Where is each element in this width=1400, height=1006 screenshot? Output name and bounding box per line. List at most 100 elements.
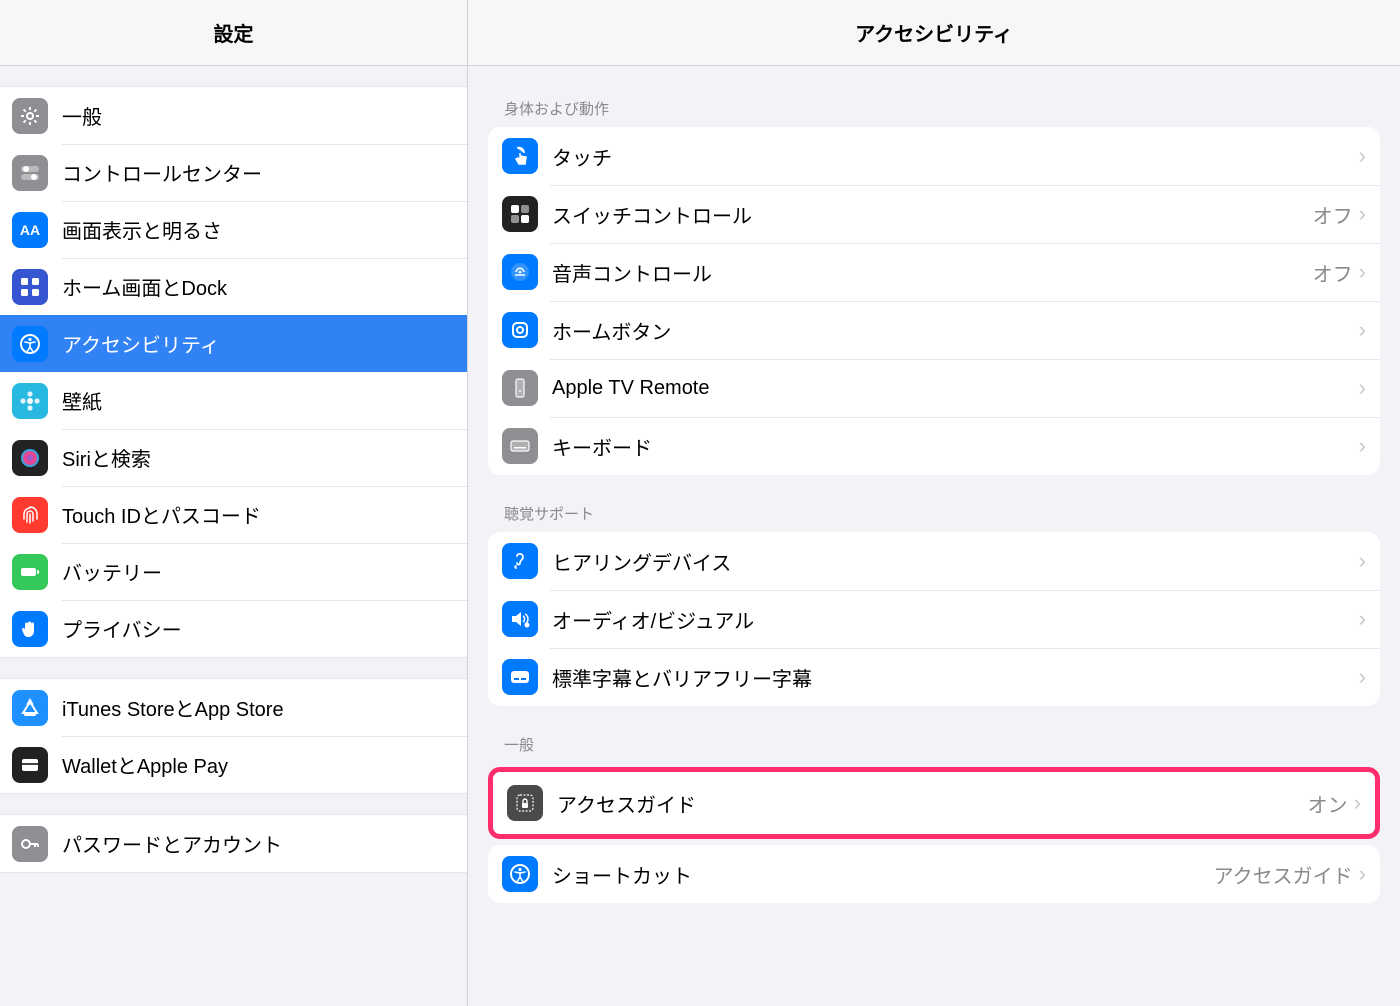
chevron-right-icon: › — [1359, 433, 1366, 459]
key-icon — [12, 826, 48, 862]
chevron-right-icon: › — [1359, 606, 1366, 632]
chevron-right-icon: › — [1354, 790, 1361, 816]
siri-icon — [12, 440, 48, 476]
sidebar-item-wallpaper[interactable]: 壁紙 — [0, 372, 467, 429]
hand-icon — [12, 611, 48, 647]
chevron-right-icon: › — [1359, 201, 1366, 227]
switch-icon — [502, 196, 538, 232]
row-appletv[interactable]: Apple TV Remote › — [488, 359, 1380, 417]
section-header: 聴覚サポート — [488, 475, 1380, 532]
row-keyboard[interactable]: キーボード › — [488, 417, 1380, 475]
sidebar-item-accessibility[interactable]: アクセシビリティ — [0, 315, 467, 372]
row-label: スイッチコントロール — [552, 200, 1313, 229]
row-hearing[interactable]: ヒアリングデバイス › — [488, 532, 1380, 590]
row-value: アクセスガイド — [1214, 860, 1353, 889]
ear-icon — [502, 543, 538, 579]
astore-icon — [12, 690, 48, 726]
sidebar-item-general[interactable]: 一般 — [0, 87, 467, 144]
sidebar-item-label: Touch IDとパスコード — [62, 500, 261, 529]
row-value: オン — [1308, 789, 1348, 818]
section-header: 一般 — [488, 706, 1380, 763]
settings-card: ヒアリングデバイス › オーディオ/ビジュアル › 標準字幕とバリアフリー字幕 … — [488, 532, 1380, 706]
row-label: 標準字幕とバリアフリー字幕 — [552, 663, 1359, 692]
sidebar-item-wallet[interactable]: WalletとApple Pay — [0, 736, 467, 793]
row-label: オーディオ/ビジュアル — [552, 605, 1359, 634]
sidebar-item-appstore[interactable]: iTunes StoreとApp Store — [0, 679, 467, 736]
detail-pane: アクセシビリティ 身体および動作 タッチ › スイッチコントロール オフ › 音… — [468, 0, 1400, 1006]
sidebar-item-privacy[interactable]: プライバシー — [0, 600, 467, 657]
sidebar-group: iTunes StoreとApp Store WalletとApple Pay — [0, 678, 467, 794]
row-label: キーボード — [552, 432, 1359, 461]
sidebar-item-label: パスワードとアカウント — [62, 829, 282, 858]
remote-icon — [502, 370, 538, 406]
wallet-icon — [12, 747, 48, 783]
row-label: ホームボタン — [552, 316, 1359, 345]
row-label: ヒアリングデバイス — [552, 547, 1359, 576]
row-captions[interactable]: 標準字幕とバリアフリー字幕 › — [488, 648, 1380, 706]
sidebar-item-display[interactable]: 画面表示と明るさ — [0, 201, 467, 258]
homeb-icon — [502, 312, 538, 348]
sidebar-item-label: ホーム画面とDock — [62, 272, 227, 301]
row-voice[interactable]: 音声コントロール オフ › — [488, 243, 1380, 301]
row-label: タッチ — [552, 142, 1359, 171]
kbd-icon — [502, 428, 538, 464]
lockbox-icon — [507, 785, 543, 821]
chevron-right-icon: › — [1359, 317, 1366, 343]
sidebar-item-label: WalletとApple Pay — [62, 750, 228, 779]
sidebar-item-control[interactable]: コントロールセンター — [0, 144, 467, 201]
voice-icon — [502, 254, 538, 290]
sidebar-item-battery[interactable]: バッテリー — [0, 543, 467, 600]
row-label: ショートカット — [552, 860, 1214, 889]
chevron-right-icon: › — [1359, 548, 1366, 574]
sidebar-groups: 一般 コントロールセンター 画面表示と明るさ ホーム画面とDock アクセシビリ… — [0, 66, 467, 873]
highlighted-row: アクセスガイド オン › — [488, 767, 1380, 839]
sidebar-group: パスワードとアカウント — [0, 814, 467, 873]
sidebar-item-siri[interactable]: Siriと検索 — [0, 429, 467, 486]
sidebar: 設定 一般 コントロールセンター 画面表示と明るさ ホーム画面とDock アクセ… — [0, 0, 468, 1006]
sidebar-item-label: コントロールセンター — [62, 158, 262, 187]
row-homebtn[interactable]: ホームボタン › — [488, 301, 1380, 359]
flower-icon — [12, 383, 48, 419]
settings-card: タッチ › スイッチコントロール オフ › 音声コントロール オフ › ホームボ… — [488, 127, 1380, 475]
sidebar-header: 設定 — [0, 0, 467, 66]
sidebar-item-passwords[interactable]: パスワードとアカウント — [0, 815, 467, 872]
sidebar-title: 設定 — [214, 18, 254, 47]
row-label: 音声コントロール — [552, 258, 1313, 287]
cc-icon — [502, 659, 538, 695]
gear-icon — [12, 98, 48, 134]
detail-scroll[interactable]: 身体および動作 タッチ › スイッチコントロール オフ › 音声コントロール オ… — [468, 66, 1400, 1006]
chevron-right-icon: › — [1359, 664, 1366, 690]
sidebar-item-home[interactable]: ホーム画面とDock — [0, 258, 467, 315]
section-header: 身体および動作 — [488, 66, 1380, 127]
row-value: オフ — [1313, 200, 1353, 229]
chevron-right-icon: › — [1359, 259, 1366, 285]
row-touch[interactable]: タッチ › — [488, 127, 1380, 185]
sidebar-item-label: Siriと検索 — [62, 443, 151, 472]
grid-icon — [12, 269, 48, 305]
battery-icon — [12, 554, 48, 590]
access-icon — [502, 856, 538, 892]
sidebar-item-label: 画面表示と明るさ — [62, 215, 222, 244]
touch-icon — [502, 138, 538, 174]
sidebar-item-label: バッテリー — [62, 557, 162, 586]
access-icon — [12, 326, 48, 362]
detail-title: アクセシビリティ — [855, 18, 1013, 47]
sidebar-item-label: プライバシー — [62, 614, 182, 643]
finger-icon — [12, 497, 48, 533]
row-switch[interactable]: スイッチコントロール オフ › — [488, 185, 1380, 243]
sidebar-item-touchid[interactable]: Touch IDとパスコード — [0, 486, 467, 543]
row-guided[interactable]: アクセスガイド オン › — [493, 774, 1375, 832]
sidebar-item-label: アクセシビリティ — [62, 329, 220, 358]
row-audiov[interactable]: オーディオ/ビジュアル › — [488, 590, 1380, 648]
sidebar-item-label: 一般 — [62, 101, 102, 130]
aa-icon — [12, 212, 48, 248]
chevron-right-icon: › — [1359, 861, 1366, 887]
row-value: オフ — [1313, 258, 1353, 287]
row-label: アクセスガイド — [557, 789, 1308, 818]
detail-header: アクセシビリティ — [468, 0, 1400, 66]
audio-icon — [502, 601, 538, 637]
settings-card: ショートカット アクセスガイド › — [488, 845, 1380, 903]
chevron-right-icon: › — [1359, 375, 1366, 401]
row-shortcut[interactable]: ショートカット アクセスガイド › — [488, 845, 1380, 903]
row-label: Apple TV Remote — [552, 377, 1359, 400]
